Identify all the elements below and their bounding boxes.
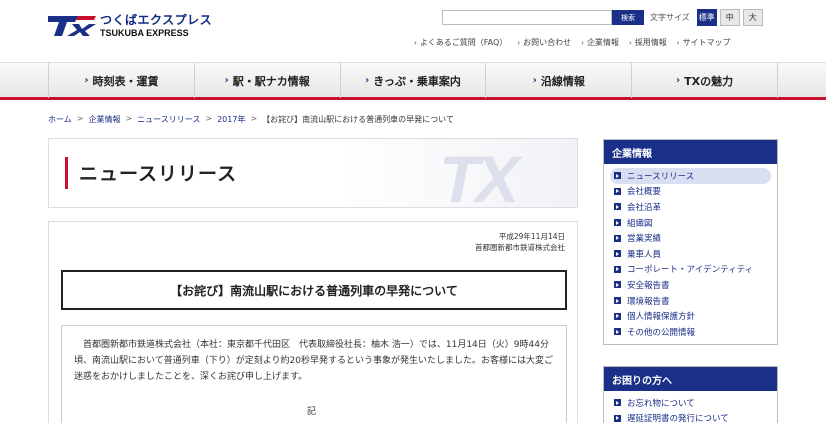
sidebar-help-heading: お困りの方へ: [604, 367, 777, 391]
logo-jp-text: つくばエクスプレス: [100, 13, 213, 27]
chevron-right-icon: ›: [532, 75, 537, 86]
gnav-tx-charm[interactable]: › TXの魅力: [632, 63, 778, 98]
gnav-tickets[interactable]: › きっぷ・乗車案内: [341, 63, 487, 98]
arrow-square-icon: [614, 219, 621, 227]
chevron-right-icon: ›: [517, 38, 521, 47]
news-article: 平成29年11月14日 首都圏新都市鉄道株式会社 【お詫び】南流山駅における普通…: [48, 221, 578, 423]
arrow-square-icon: [614, 203, 621, 211]
sidebar-item-ridership[interactable]: 乗車人員: [610, 246, 771, 262]
site-search: 検索: [442, 10, 644, 25]
article-title: 【お詫び】南流山駅における普通列車の早発について: [61, 270, 567, 310]
breadcrumb-separator: >: [76, 114, 84, 123]
breadcrumb-news[interactable]: ニュースリリース: [137, 114, 200, 125]
search-input[interactable]: [442, 10, 612, 25]
sidebar-item-history[interactable]: 会社沿革: [610, 199, 771, 215]
search-button[interactable]: 検索: [612, 10, 644, 25]
chevron-right-icon: ›: [676, 38, 680, 47]
utility-links: › よくあるご質問（FAQ） › お問い合わせ › 企業情報 › 採用情報 › サイトマッ…: [414, 37, 741, 48]
page-title: ニュースリリース: [79, 163, 238, 185]
article-paragraph: 首都圏新都市鉄道株式会社（本社：東京都千代田区 代表取締役社長：柚木 浩一）では…: [74, 340, 554, 382]
chevron-right-icon: ›: [676, 75, 681, 86]
chevron-right-icon: ›: [84, 75, 89, 86]
font-size-label: 文字サイズ: [650, 13, 690, 22]
sidebar-corporate: 企業情報 ニュースリリース 会社概要 会社沿革 組織図 営業実績 乗車人員 コー…: [603, 139, 778, 345]
sidebar-item-other-disclosure[interactable]: その他の公開情報: [610, 324, 771, 340]
arrow-square-icon: [614, 297, 621, 305]
util-link-contact[interactable]: › お問い合わせ: [517, 37, 571, 48]
sidebar-item-privacy-policy[interactable]: 個人情報保護方針: [610, 308, 771, 324]
arrow-square-icon: [614, 312, 621, 320]
sidebar-item-results[interactable]: 営業実績: [610, 230, 771, 246]
sidebar-item-org-chart[interactable]: 組織図: [610, 215, 771, 231]
chevron-right-icon: ›: [581, 38, 584, 47]
article-date: 平成29年11月14日: [498, 232, 565, 241]
sidebar-item-delay-certificate[interactable]: 遅延証明書の発行について: [610, 411, 771, 423]
breadcrumb-current: 【お詫び】南流山駅における普通列車の早発について: [262, 115, 454, 124]
article-company: 首都圏新都市鉄道株式会社: [475, 242, 565, 252]
sidebar-corporate-heading: 企業情報: [604, 140, 777, 164]
site-header: つくばエクスプレス TSUKUBA EXPRESS 検索 文字サイズ 標準 中 …: [0, 0, 826, 62]
sidebar-item-lost-items[interactable]: お忘れ物について: [610, 395, 771, 411]
util-link-recruit[interactable]: › 採用情報: [629, 37, 667, 48]
breadcrumb-separator: >: [250, 114, 258, 123]
breadcrumb-corporate[interactable]: 企業情報: [88, 114, 120, 125]
arrow-square-icon: [614, 399, 621, 407]
sidebar-item-corporate-identity[interactable]: コーポレート・アイデンティティ: [610, 262, 771, 278]
arrow-square-icon: [614, 250, 621, 258]
chevron-right-icon: ›: [365, 75, 370, 86]
gnav-stations[interactable]: › 駅・駅ナカ情報: [195, 63, 341, 98]
arrow-square-icon: [614, 414, 621, 422]
sidebar-item-safety-report[interactable]: 安全報告書: [610, 277, 771, 293]
sidebar-item-overview[interactable]: 会社概要: [610, 184, 771, 200]
chevron-right-icon: ›: [414, 38, 417, 47]
chevron-right-icon: ›: [628, 38, 632, 47]
util-link-faq[interactable]: › よくあるご質問（FAQ）: [414, 37, 507, 48]
gnav-area-info[interactable]: › 沿線情報: [486, 63, 633, 98]
breadcrumb-home[interactable]: ホーム: [48, 114, 72, 125]
sidebar-item-news[interactable]: ニュースリリース: [610, 168, 771, 184]
sidebar-item-environment-report[interactable]: 環境報告書: [610, 293, 771, 309]
article-ki-marker: 記: [307, 407, 317, 417]
breadcrumb: ホーム > 企業情報 > ニュースリリース > 2017年 > 【お詫び】南流山…: [48, 114, 454, 125]
global-nav: › 時刻表・運賃 › 駅・駅ナカ情報 › きっぷ・乗車案内 › 沿線情報 › TXの魅力: [0, 62, 826, 100]
util-link-sitemap[interactable]: › サイトマップ: [677, 37, 731, 48]
font-size-standard-button[interactable]: 標準: [696, 9, 717, 26]
font-size-switcher: 文字サイズ 標準 中 大: [650, 9, 763, 26]
tx-watermark: TX: [439, 142, 519, 208]
arrow-square-icon: [614, 187, 621, 195]
util-link-corporate[interactable]: › 企業情報: [581, 37, 619, 48]
gnav-timetable[interactable]: › 時刻表・運賃: [48, 63, 195, 98]
title-accent-bar: [65, 157, 68, 189]
breadcrumb-separator: >: [205, 114, 213, 123]
chevron-right-icon: ›: [224, 75, 229, 86]
arrow-square-icon: [614, 172, 621, 180]
sidebar-help: お困りの方へ お忘れ物について 遅延証明書の発行について: [603, 366, 778, 423]
breadcrumb-year[interactable]: 2017年: [217, 114, 245, 125]
article-dateline: 平成29年11月14日 首都圏新都市鉄道株式会社: [475, 232, 565, 254]
arrow-square-icon: [614, 328, 621, 336]
arrow-square-icon: [614, 265, 621, 273]
site-logo[interactable]: つくばエクスプレス TSUKUBA EXPRESS: [48, 14, 212, 38]
font-size-large-button[interactable]: 大: [742, 9, 763, 26]
tx-logo-icon: [48, 14, 96, 38]
page-title-banner: ニュースリリース TX: [48, 138, 578, 208]
logo-en-text: TSUKUBA EXPRESS: [100, 28, 189, 38]
breadcrumb-separator: >: [125, 114, 133, 123]
arrow-square-icon: [614, 281, 621, 289]
arrow-square-icon: [614, 234, 621, 242]
font-size-medium-button[interactable]: 中: [719, 9, 740, 26]
